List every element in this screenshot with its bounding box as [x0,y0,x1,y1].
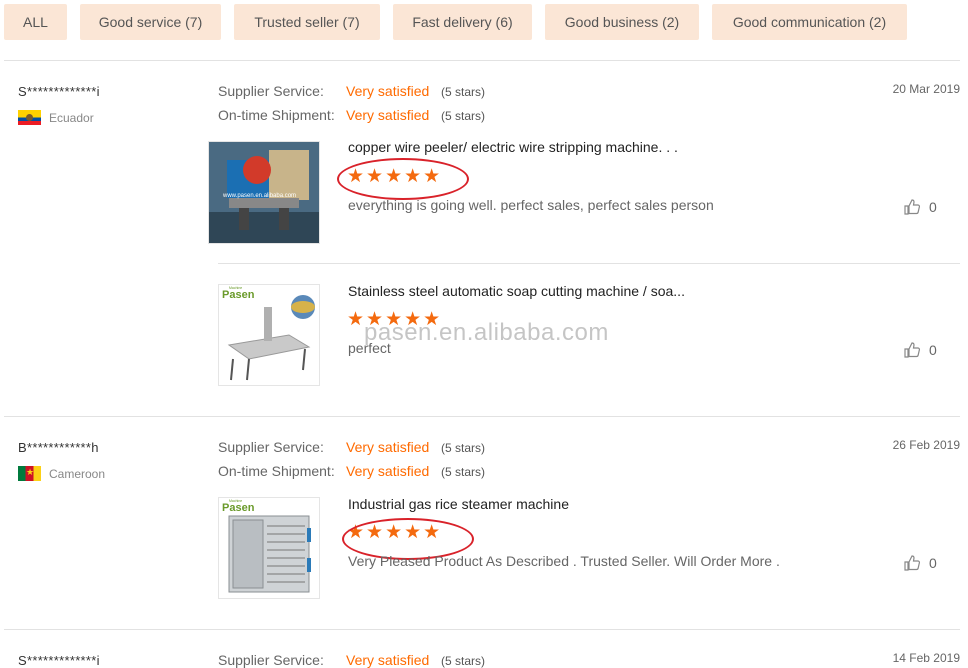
shipment-value: Very satisfied [346,107,430,123]
thumbs-up-icon [904,199,921,215]
review-date: 14 Feb 2019 [892,651,960,665]
shipment-label: On-time Shipment: [218,463,335,479]
thumb-brand: Pasen [222,502,255,514]
reviewer-country: Ecuador [18,110,94,125]
supplier-service-label: Supplier Service: [218,652,324,668]
product-rating-stars: ★★★★★ [347,166,443,187]
filter-fast-delivery[interactable]: Fast delivery (6) [393,4,532,40]
supplier-service-value: Very satisfied [346,83,430,99]
like-count: 0 [929,342,937,358]
thumb-watermark: www.pasen.en.alibaba.com [222,193,296,199]
product-thumbnail[interactable]: www.pasen.en.alibaba.com [208,141,320,244]
filter-all[interactable]: ALL [4,4,67,40]
soap-cutter-image: Pasen Machine [222,286,315,381]
reviewer-name: S*************i [18,653,100,668]
review-date: 20 Mar 2019 [892,82,960,96]
divider [4,629,960,630]
like-button[interactable]: 0 [903,198,937,216]
supplier-service-label: Supplier Service: [218,439,324,455]
cameroon-flag-icon: ★ [18,466,41,481]
product-title-link[interactable]: copper wire peeler/ electric wire stripp… [348,139,678,155]
product-title-link[interactable]: Industrial gas rice steamer machine [348,496,569,512]
like-button[interactable]: 0 [903,554,937,572]
review-comment: perfect [348,340,391,356]
rice-steamer-image: Pasen Machine [222,499,311,593]
reviewer-name: S*************i [18,84,100,99]
supplier-service-value: Very satisfied [346,652,430,668]
review-comment: Very Pleased Product As Described . Trus… [348,553,780,569]
supplier-service-stars: (5 stars) [441,441,486,455]
product-title-link[interactable]: Stainless steel automatic soap cutting m… [348,283,685,299]
supplier-service-stars: (5 stars) [441,85,486,99]
shipment-stars: (5 stars) [441,109,486,123]
like-button[interactable]: 0 [903,341,937,359]
divider [4,60,960,61]
product-rating-stars: ★★★★★ [347,309,443,330]
thumb-brand-sub: Machine [229,286,242,290]
product-rating-stars: ★★★★★ [347,522,443,543]
country-name: Ecuador [49,110,94,125]
supplier-service-stars: (5 stars) [441,654,486,668]
thumbs-up-icon [904,342,921,358]
supplier-service-value: Very satisfied [346,439,430,455]
supplier-service-label: Supplier Service: [218,83,324,99]
divider [4,416,960,417]
country-name: Cameroon [49,466,106,481]
filter-trusted-seller[interactable]: Trusted seller (7) [234,4,380,40]
thumb-brand-sub: Machine [229,499,242,503]
shipment-value: Very satisfied [346,463,430,479]
shipment-stars: (5 stars) [441,465,486,479]
thumb-brand: Pasen [222,289,255,301]
thumbs-up-icon [904,555,921,571]
like-count: 0 [929,555,937,571]
filter-good-communication[interactable]: Good communication (2) [712,4,907,40]
divider [218,263,960,264]
product-thumbnail[interactable]: Pasen Machine [218,497,320,599]
filter-good-service[interactable]: Good service (7) [80,4,221,40]
wire-stripper-image: www.pasen.en.alibaba.com [209,142,319,243]
shipment-label: On-time Shipment: [218,107,335,123]
ecuador-flag-icon [18,110,41,125]
reviewer-country: ★ Cameroon [18,466,105,481]
like-count: 0 [929,199,937,215]
review-date: 26 Feb 2019 [892,438,960,452]
filter-good-business[interactable]: Good business (2) [545,4,699,40]
product-thumbnail[interactable]: Pasen Machine [218,284,320,386]
review-comment: everything is going well. perfect sales,… [348,197,714,213]
reviewer-name: B************h [18,440,99,455]
